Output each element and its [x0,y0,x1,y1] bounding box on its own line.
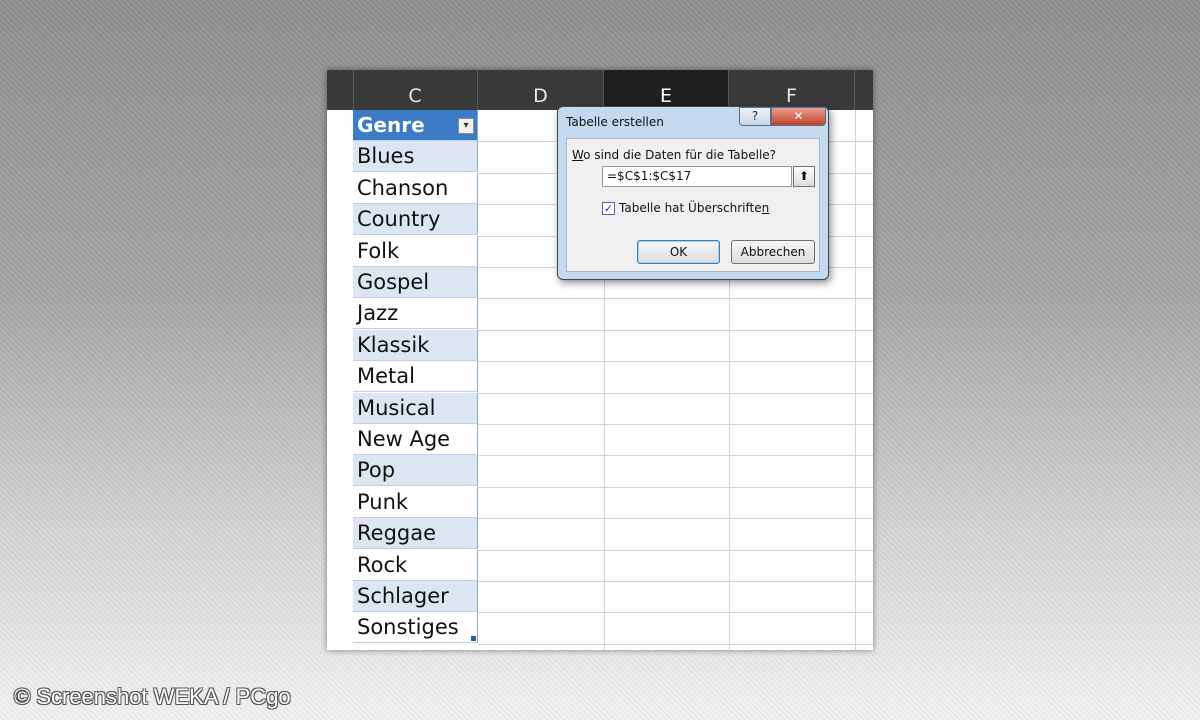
column-header-e[interactable]: E [604,70,729,110]
table-row[interactable]: New Age [353,424,478,455]
close-button[interactable]: ✕ [771,107,826,126]
grid-line [478,392,873,394]
column-header-c[interactable]: C [353,70,478,110]
has-headers-label-text: Tabelle hat Überschrifte [619,201,762,215]
help-button[interactable]: ? [739,107,771,126]
range-question-accel: W [572,148,584,162]
table-row[interactable]: Gospel [353,267,478,298]
screenshot-credit: © Screenshot WEKA / PCgo [14,684,291,709]
dialog-body: Wo sind die Daten für die Tabelle? =$C$1… [566,138,820,272]
grid-line [478,455,873,457]
table-row[interactable]: Pop [353,455,478,487]
table-row[interactable]: Klassik [353,329,478,361]
column-header-row: C D E F [327,70,873,110]
grid-line [478,329,873,331]
cancel-button[interactable]: Abbrechen [731,240,815,264]
range-question-text: o sind die Daten für die Tabelle? [583,148,777,162]
has-headers-accel: n [761,201,770,215]
grid-line [478,298,873,300]
table-resize-handle[interactable] [471,636,476,642]
table-row[interactable]: Rock [353,549,478,581]
table-row[interactable]: Country [353,204,478,236]
has-headers-label[interactable]: Tabelle hat Überschriften [619,201,769,215]
grid-line [855,110,856,650]
grid-line [478,612,873,614]
filter-dropdown-icon[interactable]: ▾ [458,118,474,134]
column-header-d[interactable]: D [478,70,604,110]
grid-line [478,361,873,363]
grid-line [478,549,873,551]
table-row[interactable]: Jazz [353,298,478,330]
grid-line [478,581,873,582]
table-header-genre[interactable]: Genre ▾ [353,110,478,141]
range-input[interactable]: =$C$1:$C$17 [602,166,792,187]
range-question-label: Wo sind die Daten für die Tabelle? [572,148,776,162]
table-row[interactable]: Schlager [353,581,478,612]
grid-line [478,486,873,488]
grid-line [478,643,873,645]
table-row[interactable]: Punk [353,486,478,518]
table-row[interactable]: Musical [353,392,478,424]
grid-line [478,518,873,520]
dialog-title: Tabelle erstellen [566,115,664,129]
grid-line [478,424,873,425]
table-row[interactable]: Sonstiges [353,612,478,644]
column-header-f[interactable]: F [729,70,855,110]
ok-button[interactable]: OK [637,240,720,264]
table-row[interactable]: Blues [353,141,478,173]
table-row[interactable]: Metal [353,361,478,393]
table-row[interactable]: Chanson [353,172,478,204]
row-header-corner[interactable] [327,70,354,110]
table-header-label: Genre [357,113,425,137]
table-row[interactable]: Reggae [353,518,478,550]
collapse-dialog-icon[interactable]: ⬆ [793,166,815,187]
table-row[interactable]: Folk [353,235,478,267]
create-table-dialog: Tabelle erstellen ? ✕ Wo sind die Daten … [557,106,829,280]
has-headers-checkbox[interactable]: ✓ [602,202,615,215]
